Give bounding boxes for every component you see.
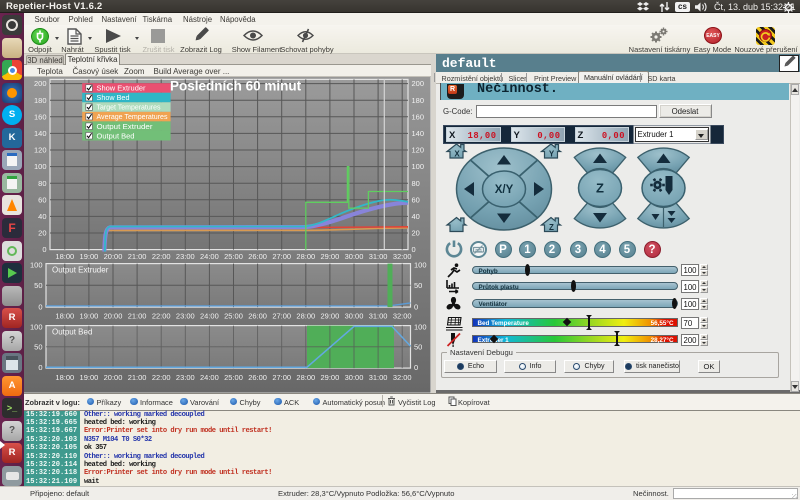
svg-text:Z: Z — [549, 223, 554, 232]
svg-text:27:00: 27:00 — [272, 252, 291, 261]
svg-text:29:00: 29:00 — [321, 373, 340, 382]
svg-text:60: 60 — [38, 196, 46, 205]
svg-text:26:00: 26:00 — [248, 312, 267, 321]
svg-text:180: 180 — [411, 96, 424, 105]
svg-text:19:00: 19:00 — [80, 252, 99, 261]
svg-text:20: 20 — [38, 229, 46, 238]
svg-text:0: 0 — [411, 246, 415, 255]
svg-text:160: 160 — [411, 113, 424, 122]
svg-text:30:00: 30:00 — [345, 312, 364, 321]
svg-text:0: 0 — [42, 246, 46, 255]
svg-text:0: 0 — [38, 303, 42, 312]
svg-text:X: X — [454, 150, 460, 159]
svg-text:32:00: 32:00 — [393, 373, 412, 382]
svg-text:31:00: 31:00 — [369, 252, 388, 261]
svg-text:160: 160 — [34, 113, 47, 122]
svg-text:30:00: 30:00 — [345, 373, 364, 382]
svg-text:50: 50 — [34, 281, 42, 290]
svg-text:140: 140 — [411, 129, 424, 138]
svg-text:200: 200 — [34, 80, 47, 89]
svg-text:31:00: 31:00 — [369, 312, 388, 321]
svg-text:X/Y: X/Y — [495, 184, 514, 196]
svg-text:Show Bed: Show Bed — [97, 94, 130, 103]
svg-text:100: 100 — [414, 261, 427, 270]
svg-text:22:00: 22:00 — [152, 252, 171, 261]
svg-text:18:00: 18:00 — [55, 312, 74, 321]
svg-text:120: 120 — [411, 146, 424, 155]
svg-text:32:00: 32:00 — [393, 252, 412, 261]
svg-text:28:00: 28:00 — [296, 312, 315, 321]
svg-text:Output Bed: Output Bed — [97, 132, 135, 141]
svg-text:24:00: 24:00 — [200, 312, 219, 321]
svg-text:19:00: 19:00 — [80, 373, 99, 382]
svg-text:31:00: 31:00 — [369, 373, 388, 382]
svg-text:29:00: 29:00 — [321, 312, 340, 321]
svg-text:Z: Z — [596, 181, 604, 196]
svg-text:100: 100 — [30, 261, 43, 270]
svg-text:60: 60 — [411, 196, 419, 205]
svg-text:100: 100 — [30, 323, 43, 332]
svg-text:40: 40 — [411, 212, 419, 221]
svg-text:32:00: 32:00 — [393, 312, 412, 321]
svg-text:26:00: 26:00 — [248, 373, 267, 382]
svg-text:28:00: 28:00 — [296, 373, 315, 382]
svg-text:Output Extruder: Output Extruder — [97, 122, 154, 131]
svg-text:Show Extruder: Show Extruder — [97, 84, 147, 93]
svg-text:20:00: 20:00 — [104, 252, 123, 261]
svg-text:Output Extruder: Output Extruder — [52, 266, 109, 275]
svg-text:27:00: 27:00 — [272, 373, 291, 382]
svg-text:30:00: 30:00 — [345, 252, 364, 261]
svg-text:Target Temperatures: Target Temperatures — [97, 103, 161, 112]
svg-text:50: 50 — [34, 343, 42, 352]
svg-text:Output Bed: Output Bed — [52, 328, 92, 337]
svg-text:180: 180 — [34, 96, 47, 105]
svg-text:23:00: 23:00 — [176, 373, 195, 382]
svg-text:25:00: 25:00 — [224, 312, 243, 321]
svg-text:20: 20 — [411, 229, 419, 238]
svg-text:Posledních 60 minut: Posledních 60 minut — [170, 79, 302, 94]
svg-text:21:00: 21:00 — [128, 252, 147, 261]
svg-text:24:00: 24:00 — [200, 252, 219, 261]
svg-text:21:00: 21:00 — [128, 373, 147, 382]
svg-text:29:00: 29:00 — [321, 252, 340, 261]
svg-text:24:00: 24:00 — [200, 373, 219, 382]
svg-text:26:00: 26:00 — [248, 252, 267, 261]
svg-text:20:00: 20:00 — [104, 373, 123, 382]
svg-text:22:00: 22:00 — [152, 312, 171, 321]
svg-text:0: 0 — [414, 364, 418, 373]
svg-text:200: 200 — [411, 80, 424, 89]
svg-text:50: 50 — [414, 343, 422, 352]
svg-text:Y: Y — [549, 150, 555, 159]
svg-text:22:00: 22:00 — [152, 373, 171, 382]
svg-text:25:00: 25:00 — [224, 373, 243, 382]
svg-text:25:00: 25:00 — [224, 252, 243, 261]
svg-text:100: 100 — [411, 163, 424, 172]
svg-text:20:00: 20:00 — [104, 312, 123, 321]
svg-text:100: 100 — [34, 163, 47, 172]
svg-text:18:00: 18:00 — [55, 373, 74, 382]
svg-text:140: 140 — [34, 129, 47, 138]
svg-text:100: 100 — [414, 323, 427, 332]
svg-text:23:00: 23:00 — [176, 312, 195, 321]
svg-text:0: 0 — [414, 303, 418, 312]
svg-text:18:00: 18:00 — [55, 252, 74, 261]
svg-text:19:00: 19:00 — [80, 312, 99, 321]
svg-text:80: 80 — [411, 179, 419, 188]
svg-text:28:00: 28:00 — [296, 252, 315, 261]
svg-text:23:00: 23:00 — [176, 252, 195, 261]
svg-text:50: 50 — [414, 281, 422, 290]
svg-text:120: 120 — [34, 146, 47, 155]
svg-text:80: 80 — [38, 179, 46, 188]
svg-text:0: 0 — [38, 364, 42, 373]
svg-text:40: 40 — [38, 212, 46, 221]
svg-text:27:00: 27:00 — [272, 312, 291, 321]
svg-text:Average Temperatures: Average Temperatures — [97, 113, 168, 122]
svg-text:21:00: 21:00 — [128, 312, 147, 321]
